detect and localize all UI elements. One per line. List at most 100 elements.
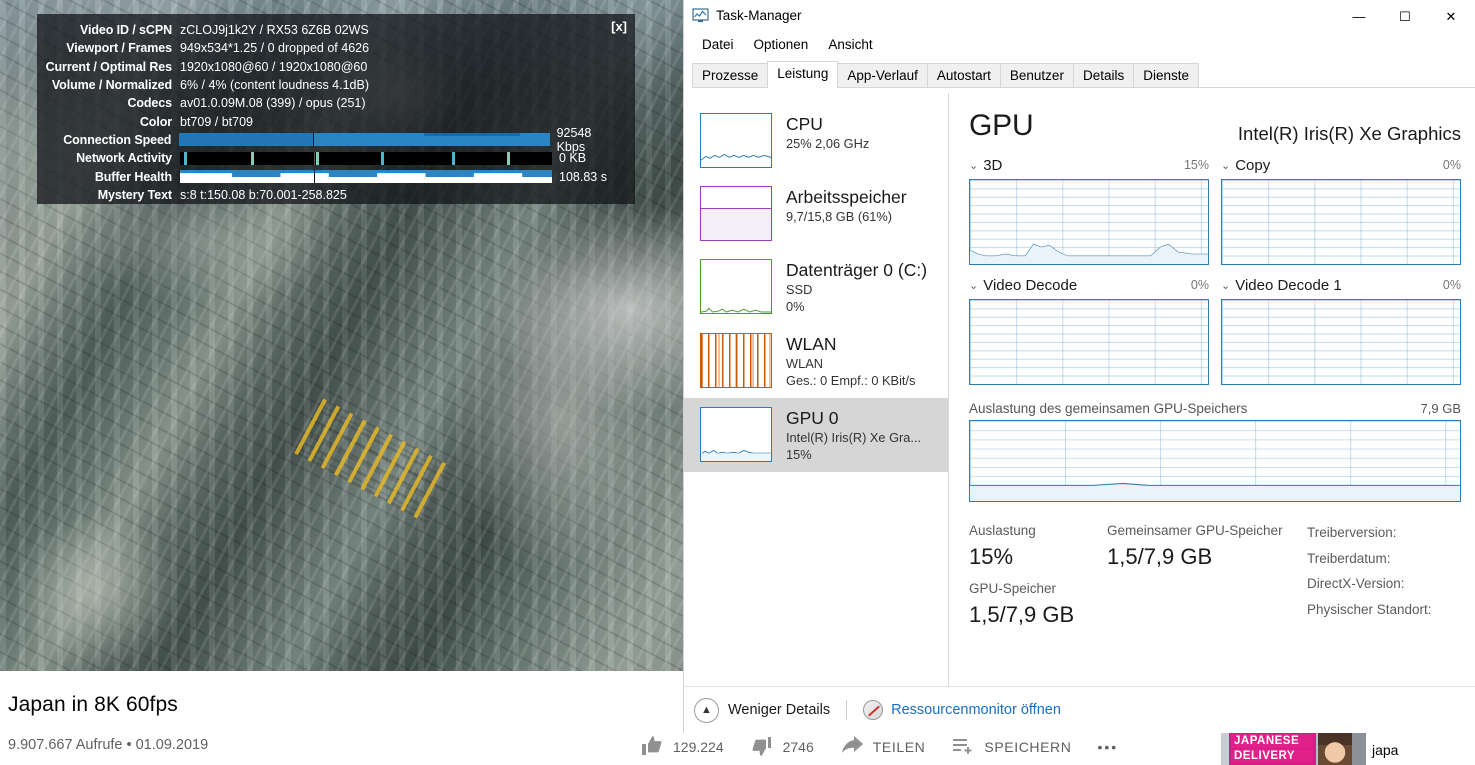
tab-details[interactable]: Details bbox=[1072, 63, 1135, 87]
engine-3d: ⌄ 3D 15% bbox=[969, 157, 1209, 265]
gpu-statistics: Auslastung 15% GPU-Speicher 1,5/7,9 GB G… bbox=[969, 520, 1461, 636]
shared-memory-graph bbox=[969, 420, 1461, 502]
engine-percent-copy: 0% bbox=[1442, 158, 1461, 172]
less-details-label: Weniger Details bbox=[728, 702, 831, 718]
directx-version-label: DirectX-Version: bbox=[1307, 576, 1405, 591]
tab-dienste[interactable]: Dienste bbox=[1133, 63, 1199, 87]
engine-label-video-decode: Video Decode bbox=[983, 277, 1078, 294]
stats-value: s:8 t:150.08 b:70.001-258.825 bbox=[180, 187, 347, 202]
sidebar-item-cpu[interactable]: CPU 25% 2,06 GHz bbox=[684, 104, 948, 177]
minimize-icon: — bbox=[1352, 8, 1366, 24]
sidebar-label-cpu: CPU bbox=[786, 114, 823, 134]
engine-copy: ⌄ Copy 0% bbox=[1221, 157, 1461, 265]
stats-value: 92548 Kbps bbox=[556, 125, 592, 154]
sidebar-item-gpu-0[interactable]: GPU 0 Intel(R) Iris(R) Xe Gra... 15% bbox=[684, 398, 948, 472]
title-bar[interactable]: Task-Manager — ☐ ✕ bbox=[684, 0, 1475, 32]
youtube-page: [x] Video ID / sCPN zCLOJ9j1k2Y / RX53 6… bbox=[0, 0, 683, 765]
stats-key: Network Activity bbox=[76, 151, 172, 166]
close-icon: ✕ bbox=[1445, 8, 1457, 24]
chevron-down-icon[interactable]: ⌄ bbox=[969, 159, 978, 172]
sidebar-item-wlan[interactable]: WLAN WLAN Ges.: 0 Empf.: 0 KBit/s bbox=[684, 324, 948, 398]
like-button[interactable]: 129.224 bbox=[640, 734, 724, 761]
share-arrow-icon bbox=[840, 734, 864, 761]
resource-monitor-link[interactable]: Ressourcenmonitor öffnen bbox=[863, 700, 1061, 720]
menu-item-optionen[interactable]: Optionen bbox=[744, 32, 819, 58]
engine-label-copy: Copy bbox=[1235, 157, 1271, 174]
physical-location-label: Physischer Standort: bbox=[1307, 601, 1432, 617]
tab-app-verlauf[interactable]: App-Verlauf bbox=[837, 63, 928, 87]
utilization-value: 15% bbox=[969, 544, 1014, 569]
video-player[interactable]: [x] Video ID / sCPN zCLOJ9j1k2Y / RX53 6… bbox=[0, 0, 683, 671]
resource-monitor-icon bbox=[863, 700, 884, 720]
buffer-health-bar bbox=[180, 170, 552, 184]
chevron-down-icon[interactable]: ⌄ bbox=[1221, 159, 1230, 172]
resource-sidebar: CPU 25% 2,06 GHz Arbeitsspeicher 9,7/15,… bbox=[684, 93, 949, 686]
gpu-mini-graph bbox=[700, 407, 772, 462]
stats-row: Color bt709 / bt709 bbox=[37, 112, 623, 130]
share-button[interactable]: TEILEN bbox=[840, 734, 926, 761]
share-label: TEILEN bbox=[872, 739, 926, 755]
sidebar-item-datentraeger[interactable]: Datenträger 0 (C:) SSD 0% bbox=[684, 250, 948, 324]
stats-row-mystery-text: Mystery Text s:8 t:150.08 b:70.001-258.8… bbox=[37, 186, 623, 204]
menu-item-ansicht[interactable]: Ansicht bbox=[818, 32, 882, 58]
tab-benutzer[interactable]: Benutzer bbox=[999, 63, 1074, 87]
sidebar-sub-datentraeger-2: 0% bbox=[786, 299, 805, 314]
close-button[interactable]: ✕ bbox=[1428, 0, 1474, 32]
utilization-label: Auslastung bbox=[969, 523, 1036, 538]
sidebar-sub-arbeitsspeicher: 9,7/15,8 GB (61%) bbox=[786, 209, 892, 224]
engine-graph-video-decode bbox=[969, 299, 1209, 385]
tab-bar: Prozesse Leistung App-Verlauf Autostart … bbox=[692, 61, 1475, 88]
save-button[interactable]: SPEICHERN bbox=[951, 734, 1071, 761]
related-video-title[interactable]: japa bbox=[1372, 742, 1398, 758]
shared-memory-label: Auslastung des gemeinsamen GPU-Speichers bbox=[969, 401, 1248, 416]
video-action-bar: 129.224 2746 TEILEN SPEICHERN ••• bbox=[640, 729, 1220, 765]
network-activity-bar bbox=[180, 151, 552, 165]
stats-key: Mystery Text bbox=[97, 187, 172, 202]
driver-date-label: Treiberdatum: bbox=[1307, 550, 1391, 566]
stats-row-network-activity: Network Activity 0 KB bbox=[37, 149, 623, 167]
maximize-button[interactable]: ☐ bbox=[1382, 0, 1428, 32]
less-details-button[interactable]: ▲ Weniger Details bbox=[694, 697, 831, 723]
stats-key: Video ID / sCPN bbox=[79, 23, 172, 38]
more-actions-label: ••• bbox=[1097, 739, 1119, 755]
engine-label-video-decode-1: Video Decode 1 bbox=[1235, 277, 1342, 294]
tab-leistung[interactable]: Leistung bbox=[767, 61, 839, 88]
stats-row: Video ID / sCPN zCLOJ9j1k2Y / RX53 6Z6B … bbox=[37, 21, 623, 39]
video-title: Japan in 8K 60fps bbox=[8, 693, 178, 716]
connection-speed-bar bbox=[179, 133, 550, 147]
stats-value: 949x534*1.25 / 0 dropped of 4626 bbox=[180, 41, 370, 56]
gpu-detail-panel: GPU Intel(R) Iris(R) Xe Graphics ⌄ 3D 15… bbox=[949, 93, 1475, 686]
tab-prozesse[interactable]: Prozesse bbox=[692, 63, 769, 87]
chevron-down-icon[interactable]: ⌄ bbox=[969, 279, 978, 292]
sidebar-label-wlan: WLAN bbox=[786, 334, 837, 354]
dislike-button[interactable]: 2746 bbox=[750, 734, 814, 761]
stats-close-button[interactable]: [x] bbox=[611, 19, 627, 34]
tab-autostart[interactable]: Autostart bbox=[926, 63, 1001, 87]
engine-graph-video-decode-1 bbox=[1221, 299, 1461, 385]
stats-key: Buffer Health bbox=[94, 169, 172, 184]
shared-memory-stat-label: Gemeinsamer GPU-Speicher bbox=[1107, 523, 1283, 538]
stats-value: 108.83 s bbox=[559, 169, 607, 184]
related-video-thumbnail[interactable]: JAPANESE DELIVERY bbox=[1221, 732, 1366, 765]
stats-row-connection-speed: Connection Speed 92548 Kbps bbox=[37, 126, 623, 154]
minimize-button[interactable]: — bbox=[1336, 0, 1382, 32]
footer-divider bbox=[846, 700, 848, 720]
chevron-down-icon[interactable]: ⌄ bbox=[1221, 279, 1230, 292]
stats-value: 6% / 4% (content loudness 4.1dB) bbox=[180, 78, 370, 93]
stats-key: Connection Speed bbox=[63, 132, 172, 147]
engine-video-decode: ⌄ Video Decode 0% bbox=[969, 277, 1209, 385]
stats-row: Volume / Normalized 6% / 4% (content lou… bbox=[37, 76, 623, 94]
driver-version-label: Treiberversion: bbox=[1307, 525, 1397, 540]
task-manager-icon bbox=[692, 8, 709, 23]
stats-row: Viewport / Frames 949x534*1.25 / 0 dropp… bbox=[37, 39, 623, 57]
stats-row: Current / Optimal Res 1920x1080@60 / 192… bbox=[37, 58, 623, 76]
task-manager-window: Task-Manager — ☐ ✕ Datei Optionen Ansich… bbox=[683, 0, 1475, 733]
sidebar-item-arbeitsspeicher[interactable]: Arbeitsspeicher 9,7/15,8 GB (61%) bbox=[684, 177, 948, 250]
sidebar-sub-cpu: 25% 2,06 GHz bbox=[786, 136, 870, 151]
menu-item-datei[interactable]: Datei bbox=[692, 32, 744, 58]
screen-root: [x] Video ID / sCPN zCLOJ9j1k2Y / RX53 6… bbox=[0, 0, 1475, 765]
gpu-memory-value: 1,5/7,9 GB bbox=[969, 602, 1075, 627]
thumbnail-person bbox=[1318, 732, 1352, 765]
engine-video-decode-1: ⌄ Video Decode 1 0% bbox=[1221, 277, 1461, 385]
more-actions-button[interactable]: ••• bbox=[1097, 739, 1118, 755]
